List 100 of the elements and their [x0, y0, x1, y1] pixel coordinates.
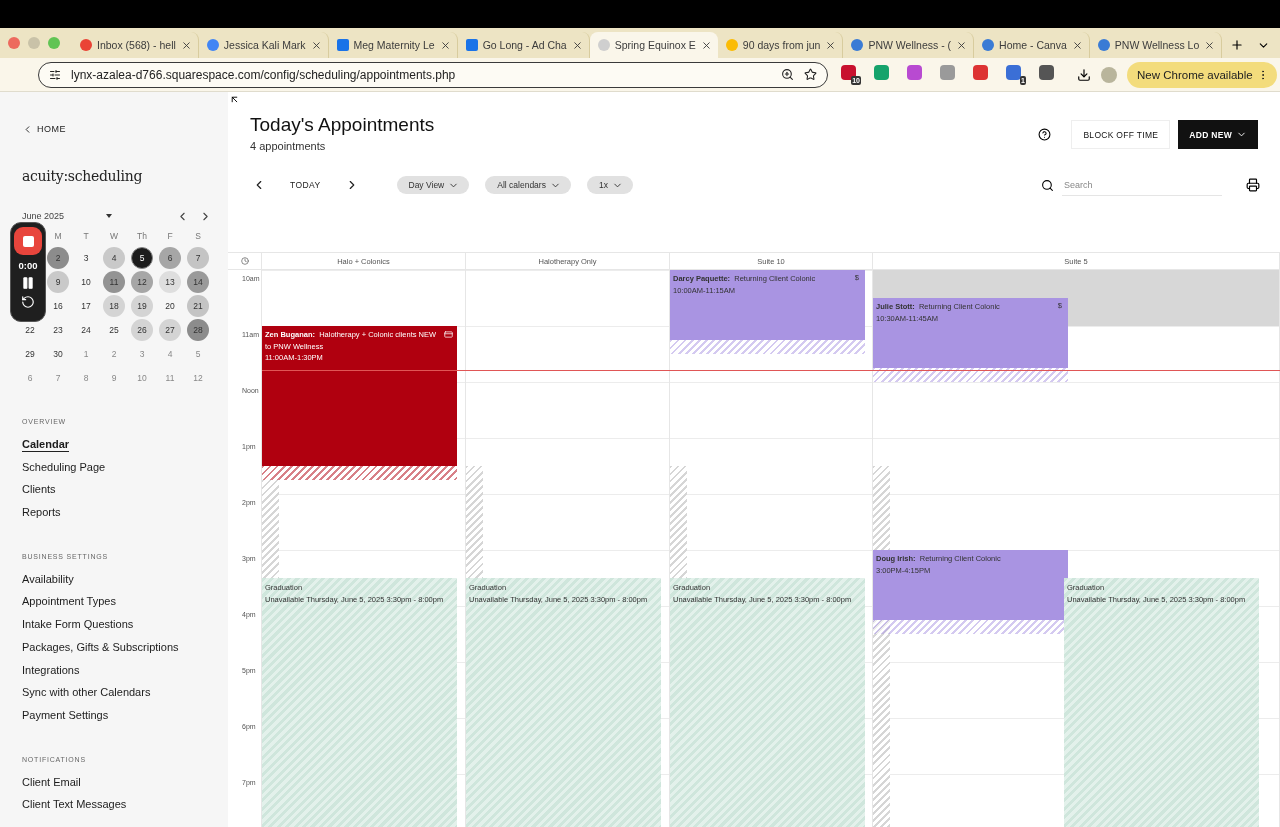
- filter-dropdown[interactable]: All calendars: [485, 176, 571, 194]
- nav-item[interactable]: Client Email: [22, 771, 81, 795]
- weekday-label: W: [109, 230, 119, 243]
- calendar-day[interactable]: 17: [75, 295, 97, 317]
- nav-item[interactable]: Client Text Messages: [22, 794, 127, 817]
- calendar-day[interactable]: 22: [19, 319, 41, 341]
- today-button[interactable]: TODAY: [284, 179, 327, 191]
- calendar-day[interactable]: 30: [47, 343, 69, 365]
- site-settings-icon[interactable]: [49, 68, 61, 81]
- close-icon[interactable]: [825, 39, 837, 51]
- bookmark-icon[interactable]: [804, 68, 817, 81]
- calendar-day[interactable]: 5: [187, 343, 209, 365]
- filter-dropdown[interactable]: Day View: [396, 176, 470, 194]
- download-icon[interactable]: [1077, 67, 1091, 82]
- calendar-day[interactable]: 26: [131, 319, 153, 341]
- weekday-label: Th: [136, 230, 148, 243]
- calendar-day[interactable]: 4: [159, 343, 181, 365]
- calendar-day[interactable]: 8: [75, 367, 97, 389]
- calendar-day[interactable]: 27: [159, 319, 181, 341]
- zoom-icon[interactable]: [781, 68, 794, 81]
- help-icon[interactable]: [1038, 128, 1052, 141]
- close-icon[interactable]: [1071, 39, 1083, 51]
- calendar-day[interactable]: 14: [187, 271, 209, 293]
- search-field[interactable]: Search: [1062, 174, 1222, 196]
- calendar-day[interactable]: 24: [75, 319, 97, 341]
- weekday-label: S: [194, 230, 202, 243]
- dropdown-caret-icon[interactable]: [106, 214, 112, 218]
- search-icon: [1041, 178, 1054, 192]
- nav-item[interactable]: Reports: [22, 502, 61, 525]
- close-icon[interactable]: [310, 39, 322, 51]
- tab-title: 90 days from jun: [742, 39, 821, 51]
- favicon-icon: [851, 39, 864, 51]
- calendar-day[interactable]: 1: [75, 343, 97, 365]
- collapse-icon[interactable]: [229, 94, 240, 105]
- favicon-icon: [1097, 39, 1110, 51]
- calendar-day[interactable]: 2: [103, 343, 125, 365]
- calendar-day[interactable]: 9: [103, 367, 125, 389]
- calendar-day[interactable]: 25: [103, 319, 125, 341]
- home-link[interactable]: HOME: [22, 122, 228, 136]
- tab-title: Spring Equinox E: [614, 39, 696, 51]
- print-icon[interactable]: [1246, 178, 1260, 192]
- calendar-day[interactable]: 7: [187, 247, 209, 269]
- nav-item[interactable]: Calendar: [22, 434, 70, 457]
- recording-time: 0:00: [18, 260, 38, 271]
- close-icon[interactable]: [1204, 39, 1216, 51]
- calendar-day[interactable]: 19: [131, 295, 153, 317]
- calendar-day[interactable]: 3: [75, 247, 97, 269]
- favicon-icon: [336, 39, 349, 51]
- calendar-day[interactable]: 9: [47, 271, 69, 293]
- calendar-day[interactable]: 3: [131, 343, 153, 365]
- update-button[interactable]: New Chrome available: [1127, 61, 1277, 88]
- calendar-day[interactable]: 28: [187, 319, 209, 341]
- restart-icon[interactable]: [21, 295, 35, 309]
- nav-item[interactable]: Integrations: [22, 659, 80, 683]
- calendar-day[interactable]: 23: [47, 319, 69, 341]
- calendar-day[interactable]: 20: [159, 295, 181, 317]
- calendar-day[interactable]: 18: [103, 295, 125, 317]
- close-icon[interactable]: [700, 39, 712, 51]
- favicon-icon: [206, 39, 219, 51]
- nav-item[interactable]: Sync with other Calendars: [22, 682, 151, 705]
- close-icon[interactable]: [571, 39, 583, 51]
- nav-item[interactable]: Scheduling Page: [22, 456, 106, 480]
- pause-icon[interactable]: [21, 276, 35, 290]
- calendar-day[interactable]: 5: [131, 247, 153, 269]
- tab-title: Jessica Kali Mark: [223, 39, 306, 51]
- nav-item[interactable]: Clients: [22, 479, 56, 503]
- tab-title: Meg Maternity Le: [353, 39, 435, 51]
- new-tab-icon[interactable]: [1230, 38, 1245, 52]
- calendar-day[interactable]: 21: [187, 295, 209, 317]
- tab-title: Inbox (568) - hell: [97, 39, 176, 51]
- add-new-button[interactable]: ADD NEW: [1178, 120, 1258, 149]
- calendar-day[interactable]: 13: [159, 271, 181, 293]
- block-off-time-button[interactable]: BLOCK OFF TIME: [1071, 120, 1171, 149]
- address-bar[interactable]: lynx-azalea-d766.squarespace.com/config/scheduling/appointments.php: [38, 61, 828, 88]
- calendar-day[interactable]: 6: [159, 247, 181, 269]
- calendar-day[interactable]: 11: [159, 367, 181, 389]
- nav-item[interactable]: Intake Form Questions: [22, 614, 134, 637]
- calendar-day[interactable]: 11: [103, 271, 125, 293]
- close-icon[interactable]: [180, 39, 192, 51]
- nav-item[interactable]: Availability: [22, 568, 74, 592]
- weekday-label: T: [82, 230, 90, 243]
- close-icon[interactable]: [439, 39, 451, 51]
- calendar-day[interactable]: 29: [19, 343, 41, 365]
- close-icon[interactable]: [956, 39, 968, 51]
- calendar-day[interactable]: 10: [75, 271, 97, 293]
- browser-tab[interactable]: Spring Equinox E: [589, 32, 718, 58]
- stop-button[interactable]: [14, 227, 42, 255]
- calendar-day[interactable]: 4: [103, 247, 125, 269]
- month-select[interactable]: June 2025: [22, 211, 106, 221]
- filter-dropdown[interactable]: 1x: [586, 176, 633, 194]
- nav-item[interactable]: Packages, Gifts & Subscriptions: [22, 636, 179, 660]
- nav-item[interactable]: Payment Settings: [22, 704, 109, 728]
- calendar-day[interactable]: 2: [47, 247, 69, 269]
- calendar-day[interactable]: 6: [19, 367, 41, 389]
- calendar-day[interactable]: 12: [187, 367, 209, 389]
- calendar-day[interactable]: 12: [131, 271, 153, 293]
- calendar-day[interactable]: 16: [47, 295, 69, 317]
- acuity-logo: acuity:scheduling: [22, 168, 144, 186]
- tab-title: PNW Wellness Lo: [1114, 39, 1200, 51]
- nav-item[interactable]: Appointment Types: [22, 591, 116, 615]
